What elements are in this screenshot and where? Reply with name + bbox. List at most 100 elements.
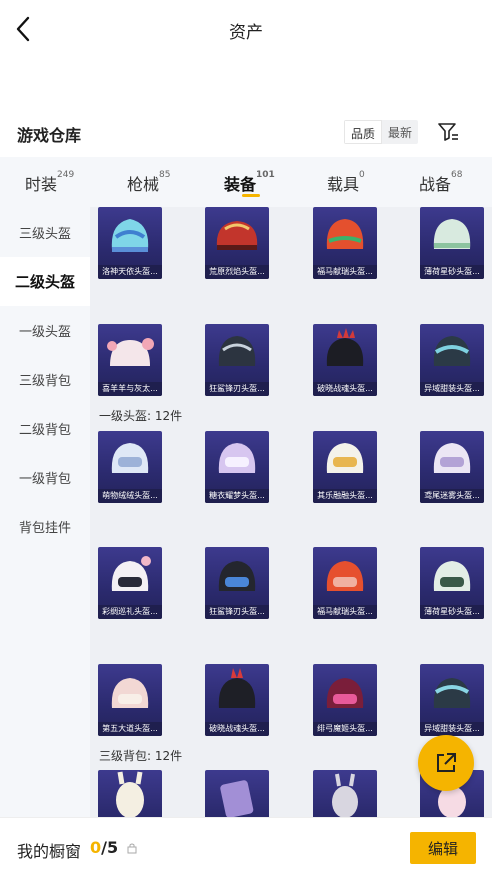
helmet-icon (326, 561, 364, 591)
item-card[interactable]: 福马献瑞头盔... (313, 547, 377, 619)
tab-label: 装备 (224, 175, 257, 194)
item-card[interactable]: 洛神天依头盔... (98, 207, 162, 279)
item-card[interactable]: 绯弓魔姬头盔... (313, 664, 377, 736)
helmet-icon (111, 443, 149, 473)
helmet-icon (433, 219, 471, 249)
tab-count: 68 (451, 170, 463, 180)
helmet-icon (111, 556, 151, 591)
item-name: 第五大道头盔... (98, 722, 162, 736)
warehouse-title: 游戏仓库 (17, 126, 82, 145)
lock-icon (127, 843, 137, 854)
filter-icon[interactable] (436, 120, 460, 144)
page-title: 资产 (229, 23, 263, 43)
sidebar-item-level1-helmet[interactable]: 一级头盔 (0, 306, 90, 355)
item-name: 狂鲨锋刃头盔... (205, 382, 269, 396)
item-card[interactable]: 破晓战魂头盔... (205, 664, 269, 736)
item-card[interactable]: 萌物绒绒头盔... (98, 431, 162, 503)
helmet-icon (433, 443, 471, 473)
active-tab-indicator (242, 194, 260, 197)
tab-vehicles[interactable]: 载具0 (327, 170, 365, 195)
helmet-icon (216, 221, 258, 250)
item-name: 萌物绒绒头盔... (98, 489, 162, 503)
helmet-icon (218, 336, 256, 366)
share-icon (437, 753, 456, 772)
showcase-count: 0/5 (90, 838, 118, 857)
tab-count: 0 (359, 170, 365, 180)
backpack-icon (332, 773, 358, 817)
item-name: 糖衣耀梦头盔... (205, 489, 269, 503)
item-name: 狂鲨锋刃头盔... (205, 605, 269, 619)
item-card[interactable]: 薄荷星砂头盔... (420, 547, 484, 619)
item-card[interactable]: 狂鲨锋刃头盔... (205, 324, 269, 396)
item-card[interactable] (98, 770, 162, 817)
tab-equipment[interactable]: 装备101 (224, 170, 275, 195)
helmet-icon (326, 328, 364, 366)
sidebar-item-level2-backpack[interactable]: 二级背包 (0, 404, 90, 453)
section-label-level1-helmet: 一级头盔: 12件 (99, 409, 183, 423)
item-name: 绯弓魔姬头盔... (313, 722, 377, 736)
sidebar: 三级头盔 二级头盔 一级头盔 三级背包 二级背包 一级背包 背包挂件 (0, 207, 90, 817)
helmet-icon (218, 443, 256, 473)
backpack-icon (116, 771, 144, 817)
helmet-icon (326, 443, 364, 473)
helmet-icon (326, 219, 364, 249)
sort-by-quality[interactable]: 品质 (344, 120, 383, 144)
helmet-icon (433, 561, 471, 591)
item-card[interactable]: 第五大道头盔... (98, 664, 162, 736)
item-name: 破晓战魂头盔... (205, 722, 269, 736)
item-card[interactable]: 狂鲨锋刃头盔... (205, 547, 269, 619)
section-label-level3-backpack: 三级背包: 12件 (99, 749, 183, 763)
helmet-icon (218, 561, 256, 591)
item-name: 福马献瑞头盔... (313, 265, 377, 279)
item-name: 薄荷星砂头盔... (420, 605, 484, 619)
item-card[interactable]: 破晓战魂头盔... (313, 324, 377, 396)
sidebar-item-level2-helmet[interactable]: 二级头盔 (0, 257, 90, 306)
showcase-label: 我的橱窗 (17, 842, 82, 861)
item-name: 洛神天依头盔... (98, 265, 162, 279)
tab-label: 载具 (327, 175, 360, 194)
tab-label: 枪械 (127, 175, 160, 194)
item-name: 喜羊羊与灰太... (98, 382, 162, 396)
item-card[interactable] (205, 770, 269, 817)
category-tabs: 时装249 枪械85 装备101 载具0 战备68 (0, 157, 492, 207)
item-name: 破晓战魂头盔... (313, 382, 377, 396)
share-button[interactable] (418, 735, 474, 791)
tab-count: 85 (159, 170, 171, 180)
tab-supplies[interactable]: 战备68 (419, 170, 463, 195)
helmet-icon (433, 678, 471, 708)
item-name: 异域甜装头盔... (420, 722, 484, 736)
item-card[interactable] (313, 770, 377, 817)
sidebar-item-level3-backpack[interactable]: 三级背包 (0, 355, 90, 404)
sort-toggle: 品质 最新 (344, 120, 419, 144)
tab-fashion[interactable]: 时装249 (25, 170, 74, 195)
item-card[interactable]: 荒原烈焰头盔... (205, 207, 269, 279)
showcase-total: /5 (101, 838, 119, 857)
item-card[interactable]: 糖衣耀梦头盔... (205, 431, 269, 503)
item-name: 福马献瑞头盔... (313, 605, 377, 619)
item-grid: 洛神天依头盔... 荒原烈焰头盔... 福马献瑞头盔... 薄荷星砂头盔... … (90, 207, 492, 817)
helmet-icon (111, 678, 149, 708)
item-card[interactable]: 鸢尾迷雾头盔... (420, 431, 484, 503)
item-card[interactable]: 喜羊羊与灰太... (98, 324, 162, 396)
item-card[interactable]: 彩绸巡礼头盔... (98, 547, 162, 619)
tab-count: 101 (256, 170, 275, 180)
item-card[interactable]: 异域甜装头盔... (420, 324, 484, 396)
bottom-bar: 我的橱窗 0/5 编辑 (0, 817, 492, 876)
helmet-icon (433, 336, 471, 366)
helmet-icon (111, 219, 149, 252)
backpack-icon (220, 780, 254, 817)
item-name: 鸢尾迷雾头盔... (420, 489, 484, 503)
sidebar-item-backpack-charm[interactable]: 背包挂件 (0, 502, 90, 551)
item-card[interactable]: 福马献瑞头盔... (313, 207, 377, 279)
item-name: 其乐融融头盔... (313, 489, 377, 503)
edit-button[interactable]: 编辑 (410, 832, 476, 864)
tab-guns[interactable]: 枪械85 (127, 170, 171, 195)
sidebar-item-level1-backpack[interactable]: 一级背包 (0, 453, 90, 502)
item-card[interactable]: 其乐融融头盔... (313, 431, 377, 503)
sort-by-latest[interactable]: 最新 (382, 120, 418, 144)
item-name: 异域甜装头盔... (420, 382, 484, 396)
sidebar-item-level3-helmet[interactable]: 三级头盔 (0, 208, 90, 257)
item-card[interactable]: 异域甜装头盔... (420, 664, 484, 736)
item-card[interactable]: 薄荷星砂头盔... (420, 207, 484, 279)
top-bar: 资产 (0, 0, 492, 58)
